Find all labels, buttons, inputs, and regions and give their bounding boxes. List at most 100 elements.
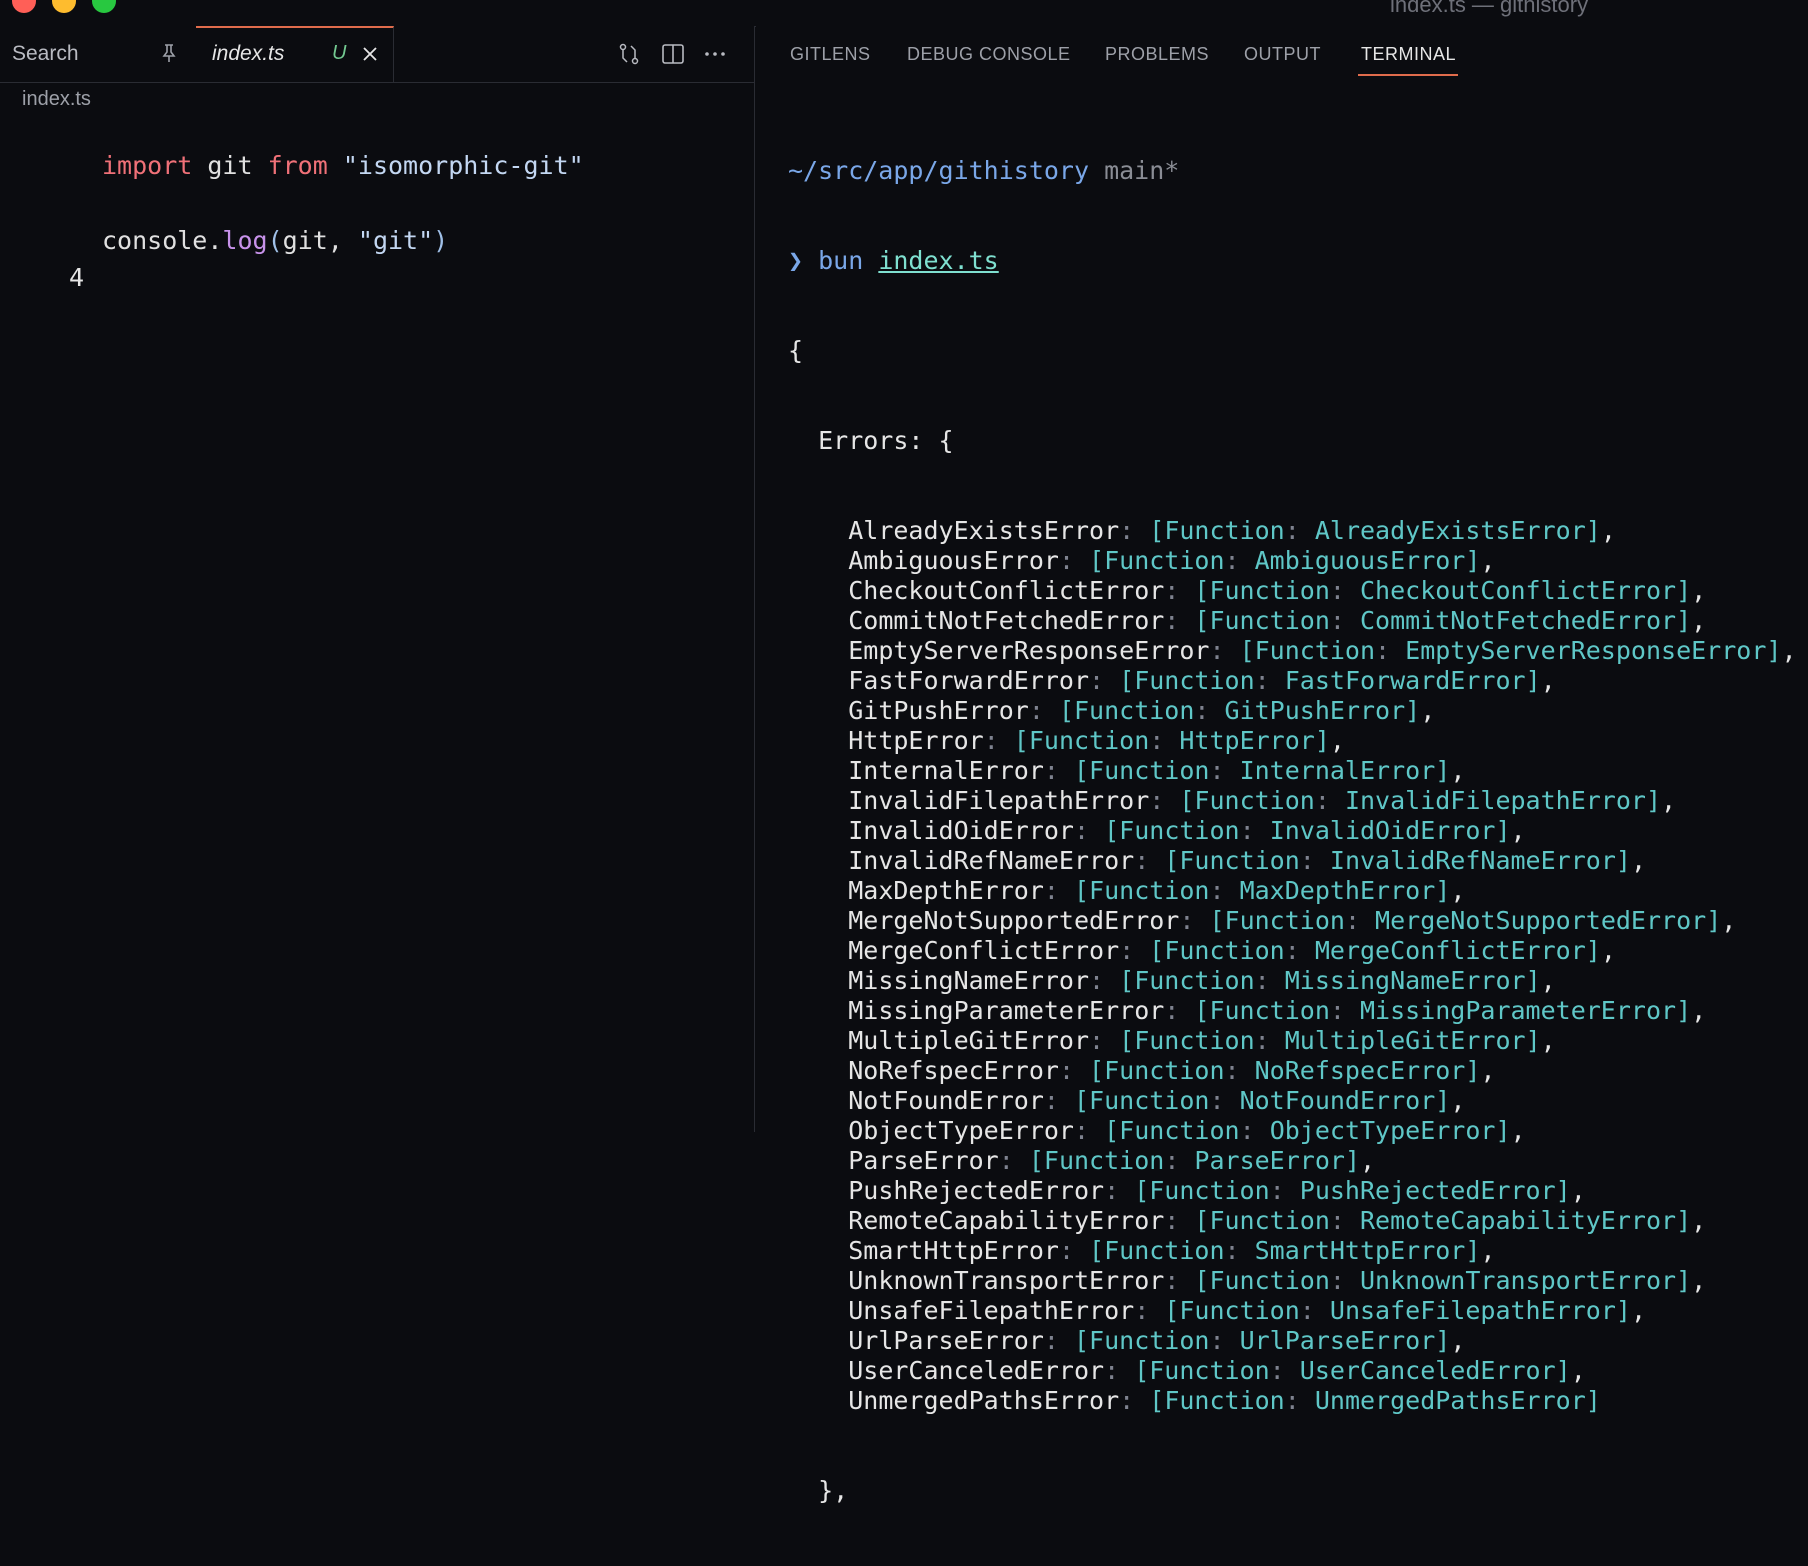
error-key: [788, 1296, 848, 1325]
colon: :: [1254, 1026, 1285, 1055]
comma: ,: [1630, 1296, 1646, 1325]
split-editor-icon[interactable]: [660, 42, 686, 66]
colon: :: [1329, 1266, 1360, 1295]
editor-panel: Search index.ts U index.ts import git fr…: [0, 26, 755, 1132]
error-key: [788, 1146, 848, 1175]
module-string: "isomorphic-git": [327, 151, 584, 180]
bracket-close: ]: [1344, 1146, 1360, 1175]
terminal-cwd-line: ~/src/app/githistory main*: [788, 156, 1798, 186]
error-key: [788, 1116, 848, 1145]
tab-index-ts[interactable]: index.ts U: [196, 26, 394, 82]
error-key: [788, 816, 848, 845]
function-name: NoRefspecError: [1254, 1056, 1466, 1085]
bracket-close: ]: [1525, 1026, 1541, 1055]
maximize-window-button[interactable]: [92, 0, 116, 13]
bracket-close: ]: [1314, 726, 1330, 755]
error-entry: ParseError: [Function: ParseError],: [788, 1146, 1798, 1176]
minimize-window-button[interactable]: [52, 0, 76, 13]
terminal-file-link[interactable]: index.ts: [878, 246, 998, 275]
code-line-4[interactable]: 4: [0, 234, 754, 292]
tab-debug-console[interactable]: DEBUG CONSOLE: [907, 44, 1071, 65]
function-name: SmartHttpError: [1254, 1236, 1466, 1265]
tab-search[interactable]: Search: [0, 26, 197, 82]
bracket-close: ]: [1525, 966, 1541, 995]
editor-tab-bar: Search index.ts U: [0, 26, 754, 83]
colon: :: [1058, 546, 1090, 575]
untracked-badge: U: [332, 42, 347, 64]
terminal-branch: main*: [1089, 156, 1180, 185]
error-key: [788, 1236, 848, 1265]
comma: ,: [1691, 1266, 1707, 1295]
colon: :: [1164, 576, 1195, 605]
error-key: [788, 606, 848, 635]
pin-icon[interactable]: [158, 42, 180, 64]
colon: :: [983, 726, 1014, 755]
error-key-name: RemoteCapabilityError: [848, 1206, 1165, 1235]
function-label: [Function: [1194, 606, 1330, 635]
function-name: UrlParseError: [1239, 1326, 1436, 1355]
function-label: [Function: [1119, 1026, 1255, 1055]
error-key-name: SmartHttpError: [848, 1236, 1059, 1265]
prompt-symbol: ❯: [788, 246, 804, 275]
function-name: ObjectTypeError: [1269, 1116, 1496, 1145]
colon: :: [1149, 726, 1180, 755]
comma: ,: [1691, 606, 1707, 635]
function-label: [Function: [1134, 1176, 1270, 1205]
error-key: [788, 1176, 848, 1205]
function-label: [Function: [1089, 1236, 1225, 1265]
function-label: [Function: [1194, 1206, 1330, 1235]
open-changes-icon[interactable]: [616, 42, 642, 66]
code-line-1[interactable]: import git from "isomorphic-git": [0, 122, 754, 180]
colon: :: [1224, 1236, 1255, 1265]
comma: ,: [1570, 1356, 1586, 1385]
error-key-name: ObjectTypeError: [848, 1116, 1074, 1145]
comma: ,: [1691, 1206, 1707, 1235]
tab-problems[interactable]: PROBLEMS: [1105, 44, 1209, 65]
tab-output[interactable]: OUTPUT: [1244, 44, 1321, 65]
line-number: 4: [68, 263, 84, 292]
colon: :: [1058, 1056, 1090, 1085]
bracket-close: ]: [1676, 576, 1692, 605]
close-window-button[interactable]: [12, 0, 36, 13]
error-key-name: ParseError: [848, 1146, 999, 1175]
error-key-name: UnknownTransportError: [848, 1266, 1165, 1295]
active-tab-indicator: [1358, 74, 1458, 76]
colon: :: [1119, 516, 1150, 545]
error-entry: InvalidOidError: [Function: InvalidOidEr…: [788, 816, 1798, 846]
error-key-name: UrlParseError: [848, 1326, 1044, 1355]
error-key: [788, 1386, 848, 1415]
error-entry: EmptyServerResponseError: [Function: Emp…: [788, 636, 1798, 666]
comma: ,: [1661, 786, 1677, 815]
function-label: [Function: [1058, 696, 1195, 725]
bracket-close: ]: [1706, 906, 1722, 935]
function-label: [Function: [1194, 1266, 1330, 1295]
error-entry: HttpError: [Function: HttpError],: [788, 726, 1798, 756]
comma: ,: [1450, 1086, 1466, 1115]
more-actions-icon[interactable]: [702, 42, 728, 66]
function-name: MissingParameterError: [1359, 996, 1677, 1025]
function-label: [Function: [1209, 906, 1345, 935]
tab-terminal[interactable]: TERMINAL: [1361, 44, 1456, 65]
error-entry: MaxDepthError: [Function: MaxDepthError]…: [788, 876, 1798, 906]
error-key: [788, 996, 848, 1025]
bracket-close: ]: [1555, 1176, 1571, 1205]
colon: :: [1179, 906, 1210, 935]
comma: ,: [1420, 696, 1436, 725]
close-icon[interactable]: [360, 44, 380, 64]
tab-gitlens[interactable]: GITLENS: [790, 44, 871, 65]
bracket-close: ]: [1435, 756, 1451, 785]
breadcrumb[interactable]: index.ts: [22, 88, 91, 111]
error-key-name: EmptyServerResponseError: [848, 636, 1210, 665]
terminal-output[interactable]: ~/src/app/githistory main* ❯ bun index.t…: [788, 96, 1798, 1566]
comma: ,: [1450, 756, 1466, 785]
function-label: [Function: [1104, 1116, 1240, 1145]
error-key: [788, 1206, 848, 1235]
function-name: CheckoutConflictError: [1359, 576, 1677, 605]
colon: :: [1164, 606, 1195, 635]
code-line-3[interactable]: console.log(git, "git"): [0, 197, 754, 255]
comma: ,: [1600, 516, 1616, 545]
colon: :: [1269, 1176, 1300, 1205]
colon: :: [1134, 1296, 1165, 1325]
comma: ,: [1630, 846, 1646, 875]
colon: :: [1209, 876, 1240, 905]
